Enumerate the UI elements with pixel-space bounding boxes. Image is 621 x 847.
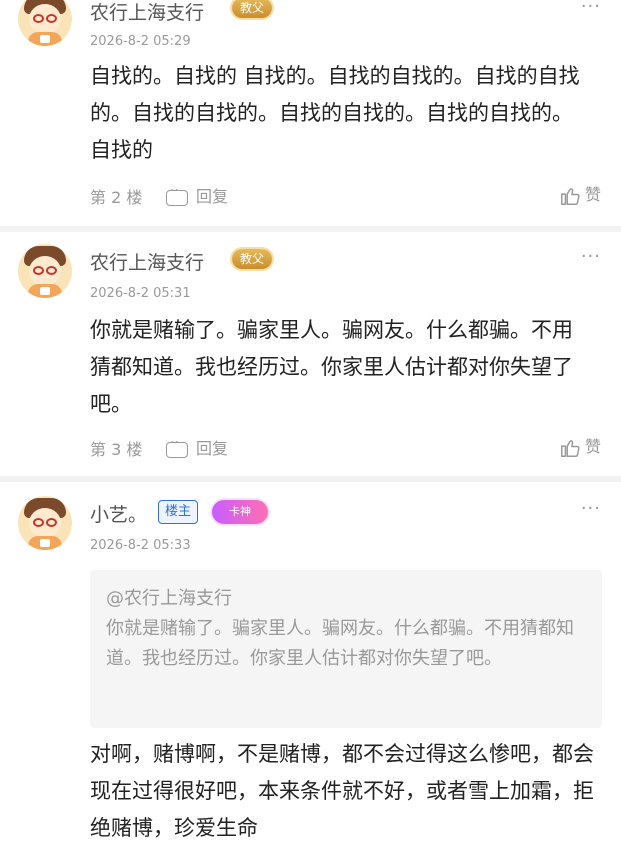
username[interactable]: 农行上海支行	[90, 248, 204, 275]
more-options-icon[interactable]: ···	[581, 498, 601, 519]
post-timestamp: 2026-8-2 05:29	[90, 34, 191, 49]
thumbs-up-icon	[561, 439, 580, 457]
post-content: 对啊，赌博啊，不是赌博，都不会过得这么惨吧，都会现在过得很好吧，本来条件就不好，…	[90, 742, 594, 840]
quoted-author: @农行上海支行	[106, 588, 232, 609]
thread-owner-tag: 楼主	[158, 500, 199, 524]
user-level-badge: 卡神	[212, 500, 268, 524]
reply-icon	[166, 435, 188, 458]
quoted-text: 你就是赌输了。骗家里人。骗网友。什么都骗。不用猜都知道。我也经历过。你家里人估计…	[106, 618, 574, 669]
avatar[interactable]	[18, 496, 72, 550]
reply-icon	[166, 183, 188, 206]
post-op-reply: 小艺。 楼主 卡神 ··· 2026-8-2 05:33 @农行上海支行 你就是…	[0, 482, 621, 845]
user-level-badge: 教父	[232, 0, 273, 18]
quoted-reply[interactable]: @农行上海支行 你就是赌输了。骗家里人。骗网友。什么都骗。不用猜都知道。我也经历…	[90, 570, 602, 728]
like-button[interactable]: 赞	[559, 181, 601, 207]
thumbs-up-icon	[561, 187, 580, 205]
reply-button[interactable]: 回复	[166, 183, 228, 207]
username[interactable]: 农行上海支行	[90, 0, 204, 25]
post-timestamp: 2026-8-2 05:33	[90, 538, 191, 553]
floor-number: 第 2 楼	[90, 188, 143, 207]
reply-label: 回复	[196, 187, 229, 206]
post-floor-3: 农行上海支行 教父 ··· 2026-8-2 05:31 你就是赌输了。骗家里人…	[0, 232, 621, 476]
post-content: 你就是赌输了。骗家里人。骗网友。什么都骗。不用猜都知道。我也经历过。你家里人估计…	[90, 318, 573, 416]
username[interactable]: 小艺。	[90, 500, 147, 527]
reply-label: 回复	[196, 439, 229, 458]
user-level-badge: 教父	[232, 249, 273, 269]
like-button[interactable]: 赞	[559, 433, 601, 459]
reply-button[interactable]: 回复	[166, 435, 228, 459]
avatar[interactable]	[18, 0, 72, 46]
floor-number: 第 3 楼	[90, 440, 143, 459]
like-label: 赞	[584, 185, 601, 204]
post-content: 自找的。自找的 自找的。自找的自找的。自找的自找的。自找的自找的。自找的自找的。…	[90, 64, 580, 162]
avatar[interactable]	[18, 244, 72, 298]
like-label: 赞	[584, 437, 601, 456]
more-options-icon[interactable]: ···	[581, 0, 601, 17]
post-floor-2: 农行上海支行 教父 ··· 2026-8-2 05:29 自找的。自找的 自找的…	[0, 0, 621, 226]
post-timestamp: 2026-8-2 05:31	[90, 286, 191, 301]
more-options-icon[interactable]: ···	[581, 246, 601, 267]
